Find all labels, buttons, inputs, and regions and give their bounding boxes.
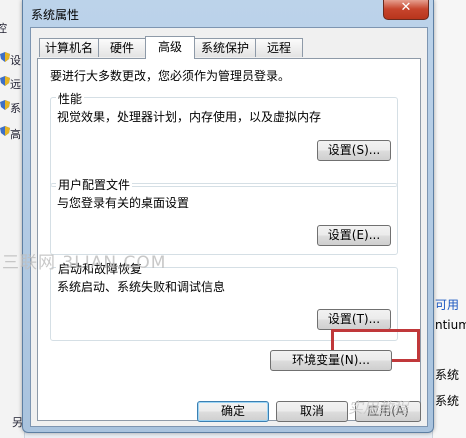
background-text: 系统 (435, 368, 460, 382)
background-left-item: 设 (10, 54, 21, 67)
performance-description: 视觉效果，处理器计划，内存使用，以及虚拟内存 (57, 110, 322, 124)
advanced-tab-panel: 要进行大多数更改，您必须作为管理员登录。 性能 视觉效果，处理器计划，内存使用，… (37, 58, 421, 421)
startup-recovery-settings-button[interactable]: 设置(T)... (317, 309, 391, 330)
performance-legend: 性能 (56, 90, 85, 107)
admin-instruction: 要进行大多数更改，您必须作为管理员登录。 (50, 69, 291, 83)
startup-recovery-description: 系统启动、系统失败和调试信息 (57, 280, 226, 294)
tab-hardware[interactable]: 硬件 (98, 38, 146, 57)
user-profiles-legend: 用户配置文件 (56, 176, 133, 193)
close-button[interactable]: ✕ (383, 0, 429, 20)
tab-computer-name[interactable]: 计算机名 (39, 38, 99, 57)
shield-icon (0, 100, 10, 110)
environment-variables-button[interactable]: 环境变量(N)... (270, 350, 392, 371)
dialog-titlebar[interactable]: 系统属性 ✕ (23, 0, 433, 26)
tab-remote[interactable]: 远程 (255, 38, 303, 57)
shield-icon (0, 76, 10, 86)
background-left-item: 高 (10, 128, 21, 141)
watermark-bottom: 实用教程 (348, 399, 409, 417)
dialog-title: 系统属性 (31, 8, 80, 22)
background-text: 系统 (435, 394, 460, 408)
background-text: ntium (435, 318, 466, 332)
shield-icon (0, 52, 10, 62)
user-profiles-group: 用户配置文件 与您登录有关的桌面设置 设置(E)... (50, 176, 398, 255)
tab-advanced[interactable]: 高级 (145, 36, 195, 59)
shield-icon (0, 126, 10, 136)
user-profiles-settings-button[interactable]: 设置(E)... (317, 225, 391, 246)
background-left-item: 远 (10, 78, 21, 91)
cancel-button[interactable]: 取消 (276, 401, 348, 422)
background-right-pane: 可用 ntium 系统 系统 (432, 0, 466, 438)
ok-button[interactable]: 确定 (197, 401, 269, 422)
tab-system-protection[interactable]: 系统保护 (194, 38, 256, 57)
background-link[interactable]: 可用 (435, 296, 466, 313)
close-icon: ✕ (400, 0, 412, 15)
user-profiles-description: 与您登录有关的桌面设置 (57, 196, 190, 210)
performance-group: 性能 视觉效果，处理器计划，内存使用，以及虚拟内存 设置(S)... (50, 90, 398, 187)
background-left-item: 系 (10, 102, 21, 115)
watermark-top: 三联网 3LIAN.COM (2, 253, 167, 273)
performance-settings-button[interactable]: 设置(S)... (317, 140, 391, 161)
system-properties-dialog: 系统属性 ✕ 计算机名 硬件 高级 系统保护 远程 要进行大多数更改，您必须作为… (22, 0, 434, 433)
dialog-client-area: 计算机名 硬件 高级 系统保护 远程 要进行大多数更改，您必须作为管理员登录。 … (30, 27, 428, 427)
background-left-glyph-top: 控 (0, 22, 7, 35)
